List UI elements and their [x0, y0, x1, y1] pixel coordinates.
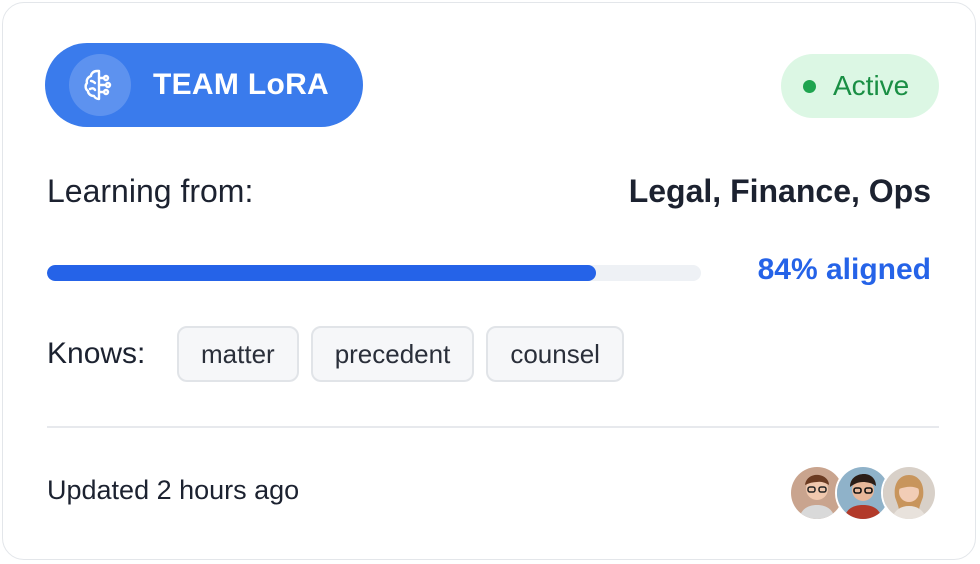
team-card: TEAM LoRA Active Learning from: Legal, F… [2, 2, 976, 560]
avatar-group[interactable] [789, 465, 937, 521]
learning-sources: Legal, Finance, Ops [628, 173, 931, 209]
tag-chip[interactable]: matter [177, 326, 299, 382]
team-name: TEAM LoRA [153, 68, 330, 101]
alignment-percent: 84% aligned [757, 253, 931, 286]
tag-chip[interactable]: counsel [486, 326, 624, 382]
avatar[interactable] [881, 465, 937, 521]
alignment-progress-bar [47, 265, 701, 281]
knowledge-tags: matter precedent counsel [177, 326, 624, 382]
divider [47, 426, 939, 428]
status-label: Active [833, 70, 910, 101]
alignment-progress-fill [47, 265, 597, 281]
status-dot-icon [803, 79, 816, 93]
status-badge: Active [781, 54, 939, 118]
tag-chip[interactable]: precedent [310, 326, 475, 382]
learning-label: Learning from: [47, 173, 254, 209]
team-badge[interactable]: TEAM LoRA [45, 43, 363, 127]
updated-timestamp: Updated 2 hours ago [47, 475, 300, 505]
knows-label: Knows: [47, 337, 146, 370]
brain-icon [69, 54, 131, 116]
